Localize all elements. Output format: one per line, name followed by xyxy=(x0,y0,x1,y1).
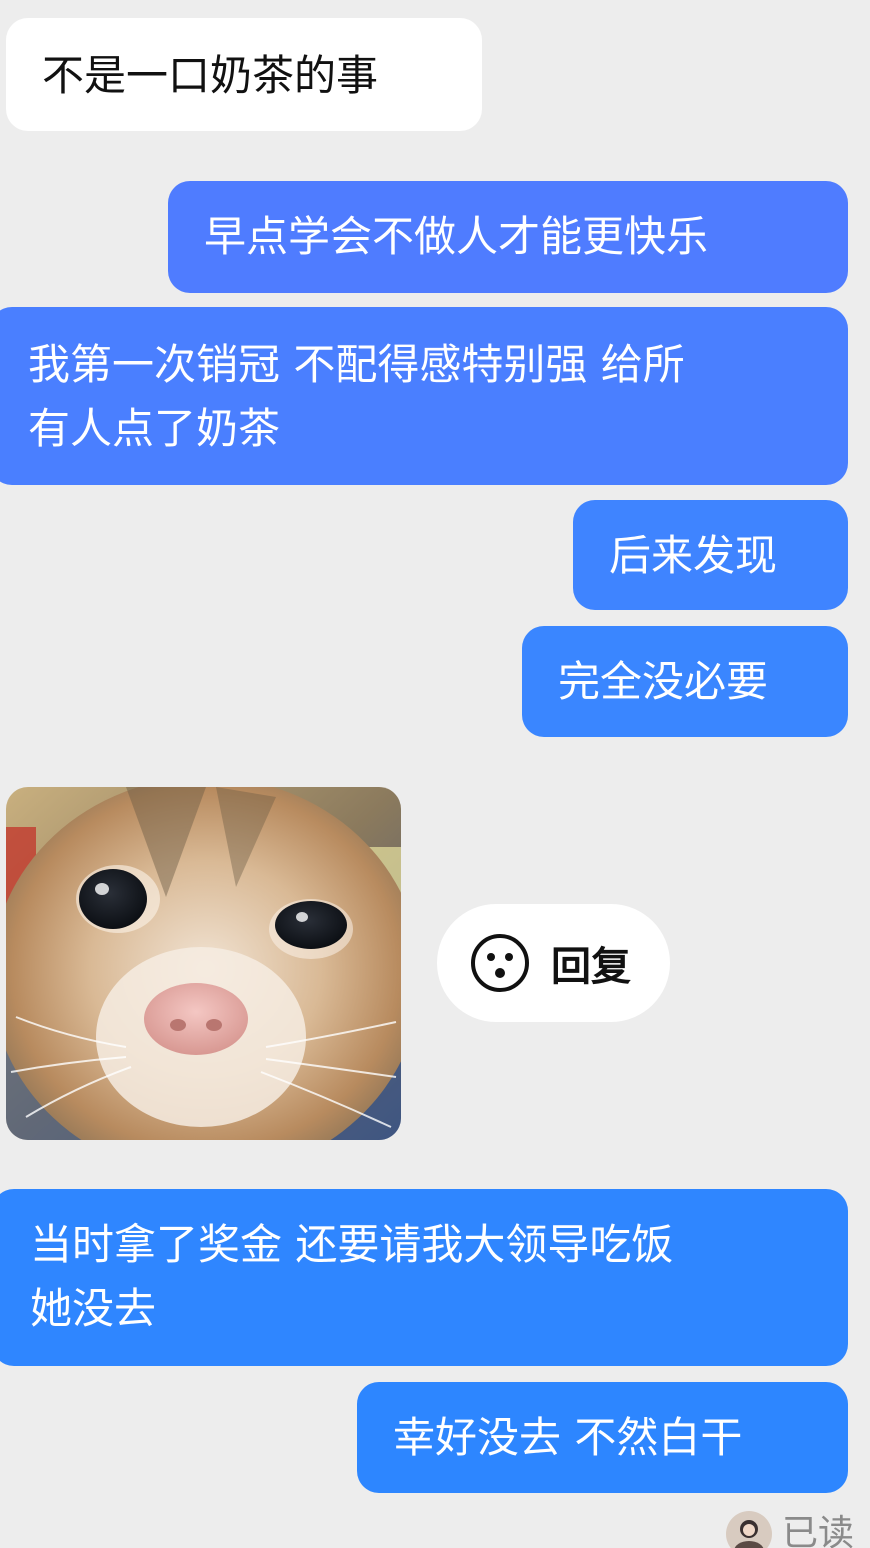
message-bubble-incoming[interactable]: 不是一口奶茶的事 xyxy=(6,18,482,131)
message-text-line: 我第一次销冠 不配得感特别强 给所 xyxy=(28,340,685,389)
user-avatar[interactable] xyxy=(726,1511,772,1548)
message-text-line: 她没去 xyxy=(30,1284,157,1333)
message-text-line: 当时拿了奖金 还要请我大领导吃饭 xyxy=(30,1220,674,1269)
message-bubble-outgoing[interactable]: 后来发现 xyxy=(573,500,848,610)
quick-reply-label: 回复 xyxy=(551,944,631,990)
kitten-photo-image xyxy=(6,787,401,1140)
message-text: 早点学会不做人才能更快乐 xyxy=(204,212,709,261)
read-status-text: 已读 xyxy=(782,1513,855,1548)
message-text: 不是一口奶茶的事 xyxy=(42,51,379,100)
smiley-face-icon xyxy=(469,932,531,994)
message-text: 后来发现 xyxy=(609,531,778,580)
message-bubble-outgoing[interactable]: 完全没必要 xyxy=(522,626,848,737)
read-receipt: 已读 xyxy=(726,1511,855,1548)
message-text-line: 有人点了奶茶 xyxy=(28,404,281,453)
kitten-photo[interactable] xyxy=(6,787,401,1140)
chat-thread: 不是一口奶茶的事 早点学会不做人才能更快乐 我第一次销冠 不配得感特别强 给所 … xyxy=(0,0,870,1548)
message-bubble-outgoing[interactable]: 当时拿了奖金 还要请我大领导吃饭 她没去 xyxy=(0,1189,848,1366)
quick-reply-button[interactable]: 回复 xyxy=(437,904,670,1022)
message-bubble-outgoing[interactable]: 我第一次销冠 不配得感特别强 给所 有人点了奶茶 xyxy=(0,307,848,485)
message-text: 幸好没去 不然白干 xyxy=(393,1413,743,1462)
message-bubble-outgoing[interactable]: 早点学会不做人才能更快乐 xyxy=(168,181,848,293)
message-bubble-outgoing[interactable]: 幸好没去 不然白干 xyxy=(357,1382,848,1493)
message-text: 完全没必要 xyxy=(558,657,769,706)
